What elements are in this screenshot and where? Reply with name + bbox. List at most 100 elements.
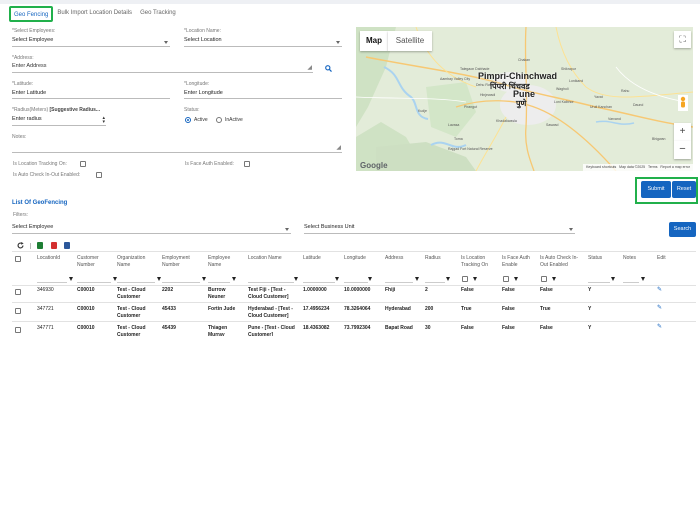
column-header[interactable]: LocationId xyxy=(37,255,73,262)
notes-field[interactable]: Notes: ◢ xyxy=(12,134,342,153)
search-icon[interactable] xyxy=(325,65,332,72)
employee-label: *Select Employees: xyxy=(12,28,56,34)
column-header[interactable]: Employment Number xyxy=(162,255,202,269)
tab-geo-fencing[interactable]: Geo Fencing xyxy=(9,6,54,22)
tab-bulk-import[interactable]: Bulk Import Location Details xyxy=(53,6,136,22)
filter-icon[interactable] xyxy=(611,277,615,281)
longitude-field[interactable]: *Longitude: Enter Longitude xyxy=(184,81,342,99)
pdf-export-icon[interactable] xyxy=(51,242,57,249)
face-auth-checkbox[interactable] xyxy=(244,161,250,167)
filter-icon[interactable] xyxy=(415,277,419,281)
report-error-link[interactable]: Report a map error xyxy=(660,165,690,169)
address-field[interactable]: *Address: Enter Address ◢ xyxy=(12,55,313,73)
column-header[interactable]: Address xyxy=(385,255,421,262)
column-header[interactable]: Is Face Auth Enable xyxy=(502,255,538,269)
column-header[interactable]: Organization Name xyxy=(117,255,157,269)
excel-export-icon[interactable] xyxy=(37,242,43,249)
cell-address: Fhiji xyxy=(385,287,396,293)
longitude-label: *Longitude: xyxy=(184,81,210,87)
location-tracking-label: Is Location Tracking On: xyxy=(13,161,67,167)
cell-emp-no: 2202 xyxy=(162,287,174,293)
filter-icon[interactable] xyxy=(294,277,298,281)
filter-icon[interactable] xyxy=(641,277,645,281)
keyboard-shortcuts-link[interactable]: Keyboard shortcuts xyxy=(586,165,616,169)
filter-icon[interactable] xyxy=(232,277,236,281)
longitude-placeholder: Enter Longitude xyxy=(184,90,223,96)
edit-icon[interactable]: ✎ xyxy=(657,286,662,293)
auto-check-filter-checkbox[interactable] xyxy=(541,276,547,282)
filter-icon[interactable] xyxy=(514,277,518,281)
filter-icon[interactable] xyxy=(368,277,372,281)
cell-face: False xyxy=(502,287,515,293)
filters-label: Filters: xyxy=(13,212,28,218)
status-active-radio[interactable] xyxy=(185,117,191,123)
status-inactive-radio[interactable] xyxy=(216,117,222,123)
map-label: Khadakwasla xyxy=(496,119,517,123)
terms-link[interactable]: Terms xyxy=(648,165,658,169)
search-button[interactable]: Search xyxy=(669,222,696,237)
status-inactive-label: InActive xyxy=(225,117,243,123)
map-label: Rahu xyxy=(621,89,630,93)
employee-select[interactable]: *Select Employees: Select Employee xyxy=(12,28,170,47)
map-label: Uruli Kanchan xyxy=(590,105,612,109)
column-header[interactable]: Is Location Tracking On xyxy=(461,255,499,269)
map-label: Varvand xyxy=(608,117,621,121)
cell-face: False xyxy=(502,325,515,331)
filter-icon[interactable] xyxy=(335,277,339,281)
zoom-in-icon[interactable]: + xyxy=(674,123,691,141)
radius-placeholder: Enter radius xyxy=(12,116,42,122)
location-tracking-checkbox[interactable] xyxy=(80,161,86,167)
employee-filter-select[interactable]: Select Employee xyxy=(12,222,291,234)
spinner-icon[interactable]: ▴ ▾ xyxy=(102,116,105,125)
tab-geo-tracking[interactable]: Geo Tracking xyxy=(136,6,180,22)
tracking-filter-checkbox[interactable] xyxy=(462,276,468,282)
column-header[interactable]: Radius xyxy=(425,255,455,262)
column-header[interactable]: Latitude xyxy=(303,255,339,262)
edit-icon[interactable]: ✎ xyxy=(657,304,662,311)
filter-icon[interactable] xyxy=(113,277,117,281)
filter-icon[interactable] xyxy=(157,277,161,281)
row-checkbox[interactable] xyxy=(15,289,21,295)
zoom-out-icon[interactable]: − xyxy=(674,141,691,159)
filter-icon[interactable] xyxy=(446,277,450,281)
submit-button[interactable]: Submit xyxy=(641,181,671,198)
map-type-map-button[interactable]: Map xyxy=(360,31,388,51)
row-checkbox[interactable] xyxy=(15,327,21,333)
refresh-icon[interactable] xyxy=(17,242,24,249)
filter-icon[interactable] xyxy=(69,277,73,281)
map-type-satellite-button[interactable]: Satellite xyxy=(388,31,432,51)
address-label: *Address: xyxy=(12,55,34,61)
pegman-icon[interactable] xyxy=(678,95,688,111)
word-export-icon[interactable] xyxy=(64,242,70,249)
column-header[interactable]: Location Name xyxy=(248,255,298,262)
column-header[interactable]: Longitude xyxy=(344,255,380,262)
edit-icon[interactable]: ✎ xyxy=(657,323,662,330)
filter-icon[interactable] xyxy=(473,277,477,281)
column-header[interactable]: Edit xyxy=(657,255,677,262)
location-name-select[interactable]: *Location Name: Select Location xyxy=(184,28,342,47)
business-unit-filter-select[interactable]: Select Business Unit xyxy=(304,222,575,234)
cell-address: Hyderabad xyxy=(385,306,411,312)
auto-check-checkbox[interactable] xyxy=(96,172,102,178)
resize-handle-icon[interactable]: ◢ xyxy=(336,145,341,151)
column-header[interactable]: Is Auto Check In-Out Enabled xyxy=(540,255,586,269)
column-header[interactable]: Status xyxy=(588,255,618,262)
reset-button[interactable]: Reset xyxy=(672,181,696,198)
filter-icon[interactable] xyxy=(552,277,556,281)
row-checkbox[interactable] xyxy=(15,308,21,314)
cell-auto: True xyxy=(540,306,551,312)
filter-icon[interactable] xyxy=(202,277,206,281)
column-header[interactable]: Customer Number xyxy=(77,255,113,269)
radius-field[interactable]: *Radius(Meters) [Suggestive Radius... En… xyxy=(12,107,106,126)
map-view[interactable]: Pimpri-Chinchwad पिंपरी चिंचवड Pune पुणे… xyxy=(356,27,693,171)
column-header[interactable]: Employee Name xyxy=(208,255,244,269)
map-label: Aambay Valley City xyxy=(440,77,471,81)
resize-handle-icon[interactable]: ◢ xyxy=(307,65,312,71)
top-bar xyxy=(0,0,700,4)
column-header[interactable]: Notes xyxy=(623,255,653,262)
latitude-field[interactable]: *Latitude: Enter Latitude xyxy=(12,81,170,99)
map-label: Bhigwan xyxy=(652,137,666,141)
fullscreen-icon[interactable]: ⛶ xyxy=(674,31,691,48)
select-all-checkbox[interactable] xyxy=(15,256,21,262)
face-auth-filter-checkbox[interactable] xyxy=(503,276,509,282)
